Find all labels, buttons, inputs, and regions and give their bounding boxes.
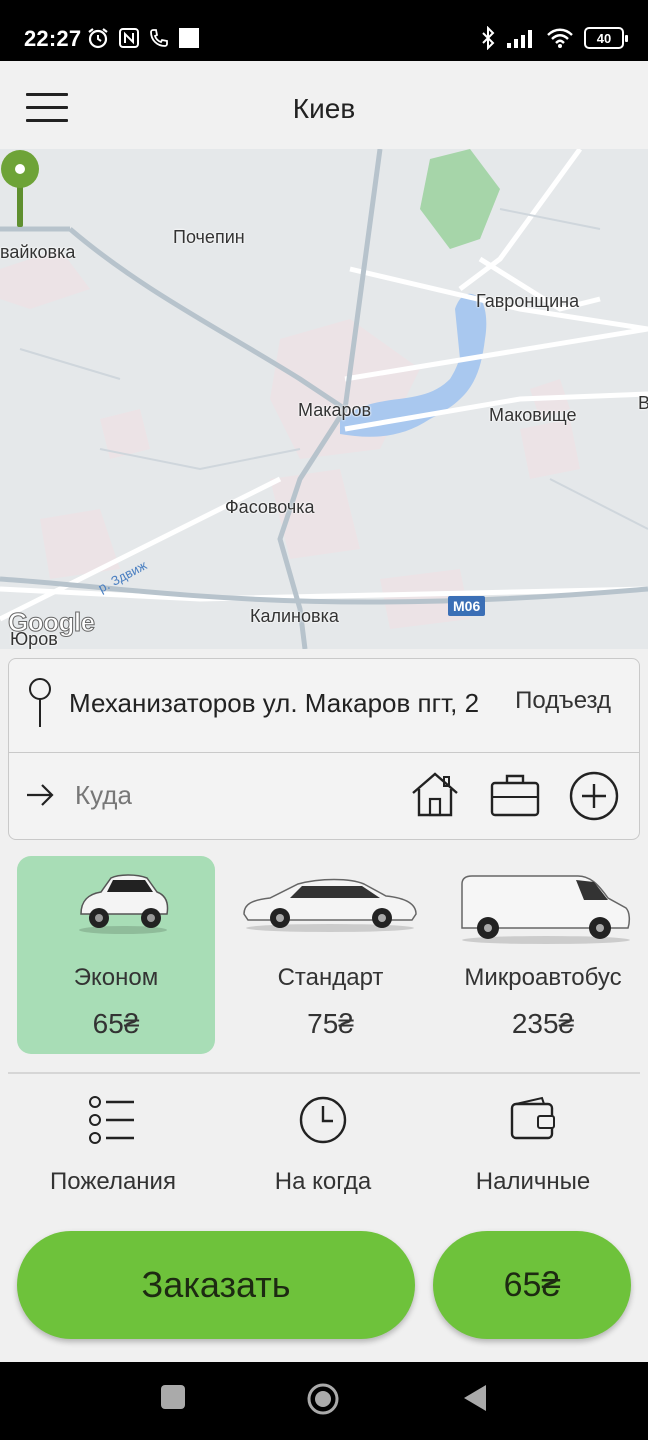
app-header: Киев	[0, 61, 648, 149]
city-title: Киев	[292, 93, 356, 124]
wifi-icon	[547, 28, 573, 48]
nfc-icon	[119, 28, 139, 48]
location-pin-icon[interactable]	[0, 149, 40, 229]
system-nav-bar	[0, 1362, 648, 1440]
map-label-kalinovka: Калиновка	[250, 606, 339, 626]
clock-icon	[299, 1096, 347, 1144]
status-right-icons: 40	[480, 26, 628, 50]
alarm-icon	[88, 28, 108, 49]
map-label-edge-b: В	[638, 393, 648, 413]
wishes-button[interactable]: Пожелания	[13, 1090, 213, 1210]
home-icon[interactable]	[409, 771, 461, 819]
tariff-minibus[interactable]: Микроавтобус 235₴	[446, 856, 640, 1054]
tariff-name: Стандарт	[277, 964, 384, 991]
entrance-button[interactable]: Подъезд	[515, 687, 611, 715]
from-address[interactable]: Механизаторов ул. Макаров пгт, 2	[69, 685, 489, 721]
arrow-right-icon	[27, 784, 54, 806]
status-time: 22:27	[24, 26, 82, 51]
map-label-gavronshchina: Гавронщина	[476, 291, 580, 311]
pin-outline-icon	[29, 678, 51, 727]
address-card: Механизаторов ул. Макаров пгт, 2 Подъезд	[8, 658, 640, 840]
google-logo: Google	[8, 607, 96, 638]
call-icon	[150, 29, 168, 47]
option-label: На когда	[274, 1168, 372, 1195]
option-label: Пожелания	[50, 1168, 176, 1195]
map-label-makarov: Макаров	[298, 400, 372, 420]
tariff-standard[interactable]: Стандарт 75₴	[228, 856, 433, 1054]
order-button[interactable]: Заказать	[17, 1231, 415, 1339]
wallet-icon	[510, 1096, 555, 1140]
tariff-list: Эконом 65₴ Стандарт 75₴ Микроавтобус 235…	[8, 856, 640, 1056]
tariff-price: 235₴	[511, 1008, 575, 1039]
add-circle-icon[interactable]	[569, 771, 619, 821]
from-row[interactable]: Механизаторов ул. Макаров пгт, 2 Подъезд	[9, 659, 639, 753]
status-left-icons	[86, 26, 200, 50]
map-label-pochepin: Почепин	[173, 227, 245, 247]
price-button[interactable]: 65₴	[433, 1231, 631, 1339]
tariff-name: Микроавтобус	[464, 964, 622, 991]
van-icon	[461, 875, 631, 944]
tariff-economy[interactable]: Эконом 65₴	[17, 856, 215, 1054]
road-badge-m06: М06	[448, 596, 486, 616]
map-label-makovishche: Маковище	[489, 405, 577, 425]
home-nav-icon[interactable]	[306, 1382, 340, 1416]
tariff-name: Эконом	[73, 964, 159, 991]
map-label-vaykovka: вайковка	[0, 242, 76, 262]
battery-icon: 40	[584, 27, 628, 49]
divider	[8, 1072, 640, 1074]
map-label-fasovochka: Фасовочка	[225, 497, 315, 517]
map-canvas	[0, 149, 648, 649]
signal-icon	[507, 30, 532, 48]
briefcase-icon[interactable]	[489, 771, 541, 819]
payment-button[interactable]: Наличные	[433, 1090, 633, 1210]
square-notification-icon	[179, 28, 199, 48]
battery-level: 40	[596, 30, 612, 46]
bluetooth-icon	[482, 26, 495, 50]
when-button[interactable]: На когда	[223, 1090, 423, 1210]
map[interactable]: вайковка Почепин Гавронщина Макаров Мако…	[0, 149, 648, 649]
destination-input[interactable]	[75, 777, 375, 813]
to-row	[9, 753, 639, 839]
status-bar: 22:27 40	[0, 0, 648, 61]
crossover-car-icon	[79, 874, 169, 934]
list-icon	[89, 1096, 134, 1144]
option-label: Наличные	[475, 1168, 591, 1195]
tariff-price: 65₴	[92, 1008, 140, 1039]
back-icon[interactable]	[462, 1384, 488, 1412]
sedan-car-icon	[243, 878, 417, 932]
recent-apps-icon[interactable]	[160, 1384, 186, 1410]
tariff-price: 75₴	[307, 1008, 354, 1039]
